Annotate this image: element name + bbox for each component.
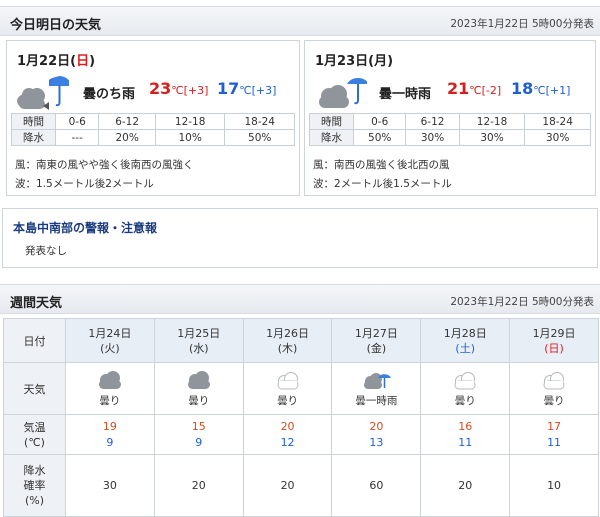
weekly-temp-cell: 20 13 [331, 414, 422, 455]
precip-header: 降水 [309, 129, 354, 146]
period: 12-18 [154, 113, 226, 130]
precip-value: 50% [352, 129, 407, 146]
weekly-header: 週間天気 2023年1月22日 5時00分発表 [0, 284, 600, 314]
weekly-date-cell: 1月28日 (土) [420, 318, 511, 363]
day-high-temp: 23℃[+3] [149, 79, 209, 98]
period: 6-12 [405, 113, 460, 130]
wind-text: 風：南西の風強く後北西の風 [313, 159, 450, 171]
precip-value: 20% [98, 129, 156, 146]
warnings-title-link[interactable]: 本島中南部の警報・注意報 [13, 219, 157, 236]
weekly-pop-cell: 60 [331, 454, 422, 517]
weekly-weather-cell: 曇一時雨 [331, 362, 422, 415]
weekly-temp-cell: 17 11 [509, 414, 599, 455]
weekly-date-cell: 1月26日 (木) [242, 318, 333, 363]
period: 0-6 [54, 113, 100, 130]
weekly-weather-cell: 曇り [153, 362, 244, 415]
precip-value: 30% [405, 129, 460, 146]
warnings-body: 発表なし [25, 245, 67, 257]
weekly-pop-cell: 20 [242, 454, 333, 517]
weekly-forecast-table: 日付 1月24日 (火) 1月25日 (水) 1月26日 (木) 1月27日 (金) 1… [3, 318, 599, 517]
precip-value: 30% [524, 129, 591, 146]
wave-text: 波：1.5メートル後2メートル [15, 178, 154, 190]
cloud-light-icon [277, 371, 299, 389]
weekly-temp-cell: 20 12 [242, 414, 333, 455]
day-low-temp: 18℃[+1] [511, 79, 571, 98]
period: 18-24 [224, 113, 295, 130]
precip-value: 30% [458, 129, 526, 146]
time-header: 時間 [309, 113, 354, 130]
issued-time: 2023年1月22日 5時00分発表 [450, 18, 594, 30]
wind-text: 風：南東の風やや強く後南西の風強く [15, 159, 194, 171]
cloud-then-rain-icon [17, 76, 69, 110]
wave-text: 波：2メートル後1.5メートル [313, 178, 452, 190]
day-date: 1月22日(日) [17, 54, 96, 69]
period: 12-18 [458, 113, 526, 130]
weekly-date-cell: 1月29日 (日) [509, 318, 599, 363]
weekly-pop-cell: 30 [65, 454, 155, 517]
row-header-temp: 気温 (℃) [3, 414, 66, 455]
warnings-panel: 本島中南部の警報・注意報 発表なし [2, 208, 598, 268]
weekly-date-cell: 1月27日 (金) [331, 318, 422, 363]
day-forecast-card-today: 1月22日(日) 曇のち雨 23℃[+3] 17℃[+3] 時間 0-6 6-1… [6, 40, 300, 196]
precip-table: 時間 0-6 6-12 12-18 18-24 降水 50% 30% 30% 3… [309, 113, 591, 146]
precip-value: 10% [154, 129, 226, 146]
weekly-date-cell: 1月25日 (水) [153, 318, 244, 363]
time-header: 時間 [11, 113, 56, 130]
weekly-date-cell: 1月24日 (火) [65, 318, 155, 363]
weekly-weather-cell: 曇り [420, 362, 511, 415]
day-weather: 曇のち雨 [83, 87, 136, 102]
weekly-weather-cell: 曇り [65, 362, 155, 415]
precip-value: --- [54, 129, 100, 146]
weekly-issued-time: 2023年1月22日 5時00分発表 [450, 296, 594, 308]
weekly-pop-cell: 20 [420, 454, 511, 517]
cloud-icon [187, 370, 210, 389]
day-date: 1月23日(月) [315, 54, 394, 69]
day-weather: 曇一時雨 [379, 87, 432, 102]
weekly-title: 週間天気 [10, 296, 63, 311]
today-tomorrow-title: 今日明日の天気 [10, 18, 102, 33]
today-tomorrow-header: 今日明日の天気 2023年1月22日 5時00分発表 [0, 6, 600, 36]
weekly-weather-cell: 曇り [242, 362, 333, 415]
period: 0-6 [352, 113, 407, 130]
day-forecast-card-tomorrow: 1月23日(月) 曇一時雨 21℃[-2] 18℃[+1] 時間 0-6 6-1… [304, 40, 596, 196]
row-header-pop: 降水 確率 (%) [3, 454, 66, 517]
weekly-temp-cell: 16 11 [420, 414, 511, 455]
cloud-light-icon [454, 371, 476, 389]
precip-value: 50% [224, 129, 295, 146]
period: 18-24 [524, 113, 591, 130]
cloud-icon [98, 370, 121, 389]
weekly-weather-cell: 曇り [509, 362, 599, 415]
cloud-occasional-rain-icon [364, 372, 392, 389]
precip-header: 降水 [11, 129, 56, 146]
row-header-weather: 天気 [3, 362, 66, 415]
weekly-temp-cell: 19 9 [65, 414, 155, 455]
day-low-temp: 17℃[+3] [217, 79, 277, 98]
weekly-temp-cell: 15 9 [153, 414, 244, 455]
row-header-date: 日付 [3, 318, 66, 363]
weekly-pop-cell: 20 [153, 454, 244, 517]
precip-table: 時間 0-6 6-12 12-18 18-24 降水 --- 20% 10% 5… [11, 113, 295, 146]
day-high-temp: 21℃[-2] [447, 79, 502, 98]
period: 6-12 [98, 113, 156, 130]
weekly-pop-cell: 10 [509, 454, 599, 517]
cloud-occasional-rain-icon [319, 77, 367, 108]
cloud-light-icon [543, 371, 565, 389]
